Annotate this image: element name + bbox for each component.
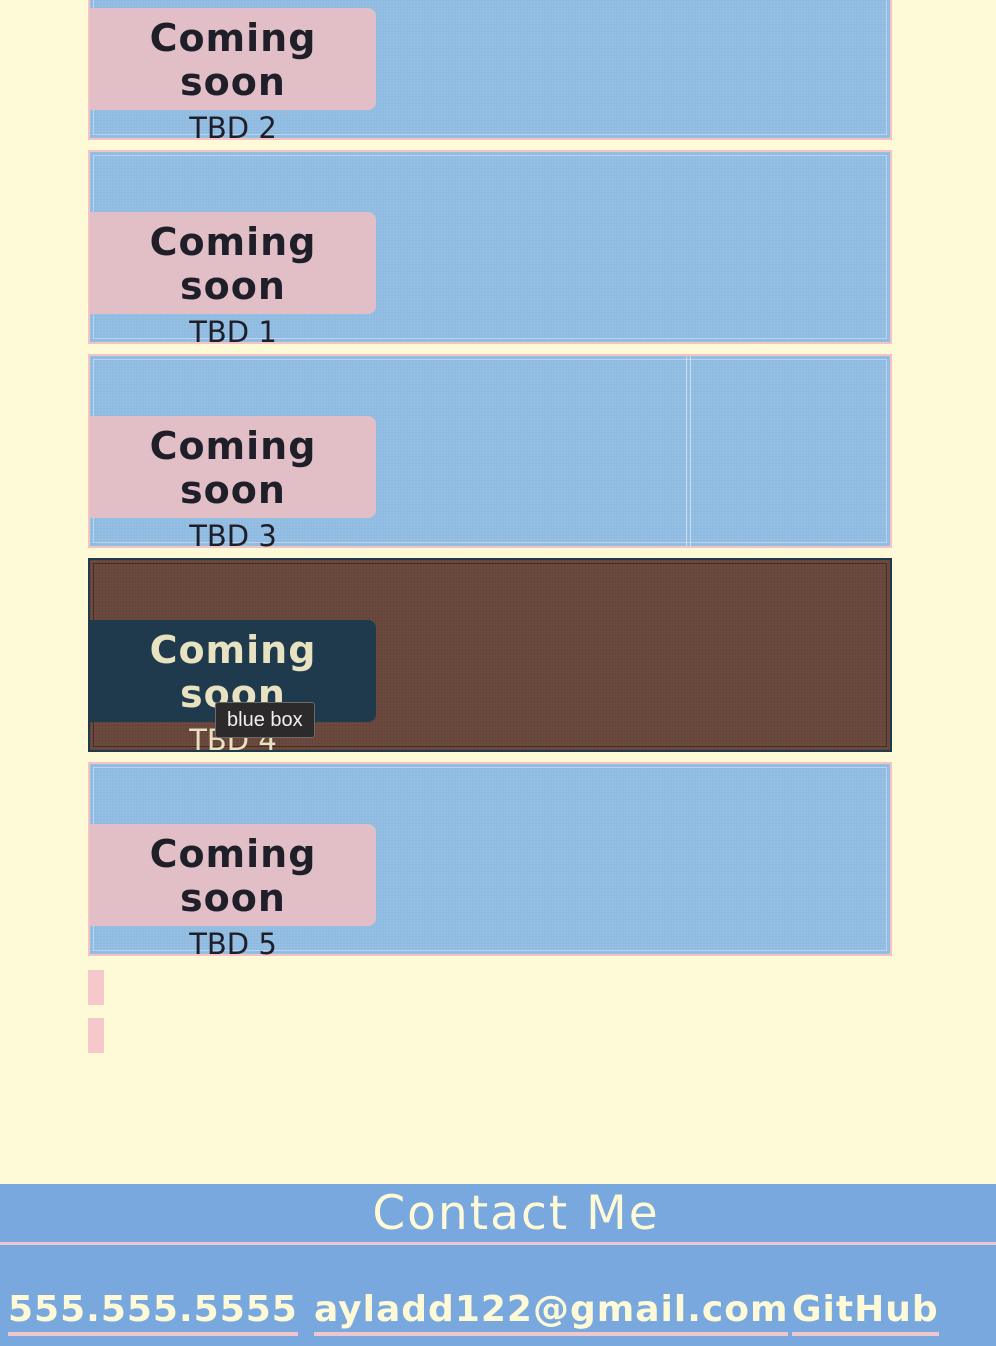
project-title: Coming soon: [149, 424, 317, 512]
project-card-tbd5[interactable]: Coming soon TBD 5: [88, 762, 892, 961]
project-title: Coming soon: [149, 16, 317, 104]
project-subtitle: TBD 5: [189, 927, 277, 961]
project-subtitle: TBD 2: [189, 111, 277, 145]
project-title: Coming soon: [149, 832, 317, 920]
project-card-tbd2[interactable]: Coming soon TBD 2: [88, 0, 892, 145]
pink-marker: [88, 1018, 104, 1053]
project-subtitle: TBD 3: [189, 519, 277, 553]
contact-divider: [0, 1242, 996, 1245]
portfolio-page: Coming soon TBD 2 Coming soon TBD 1 Comi…: [0, 0, 996, 1346]
project-subtitle: TBD 1: [189, 315, 277, 349]
project-label: Coming soon TBD 1: [90, 212, 376, 349]
contact-heading: Contact Me: [372, 1186, 660, 1241]
project-label: Coming soon TBD 3: [90, 416, 376, 553]
pink-marker: [88, 970, 104, 1005]
image-divider: [686, 356, 691, 546]
project-card-tbd3[interactable]: Coming soon TBD 3: [88, 354, 892, 553]
project-title: Coming soon: [149, 220, 317, 308]
github-link[interactable]: GitHub: [792, 1288, 939, 1336]
phone-link[interactable]: 555.555.5555: [8, 1288, 298, 1336]
project-label: Coming soon TBD 5: [90, 824, 376, 961]
project-label: Coming soon TBD 2: [90, 8, 376, 145]
contact-section: Contact Me 555.555.5555 ayladd122@gmail.…: [0, 1184, 996, 1346]
project-card-tbd4[interactable]: Coming soon TBD 4: [88, 558, 892, 757]
email-link[interactable]: ayladd122@gmail.com: [314, 1288, 789, 1336]
project-card-tbd1[interactable]: Coming soon TBD 1: [88, 150, 892, 349]
hover-tooltip: blue box: [215, 702, 315, 738]
